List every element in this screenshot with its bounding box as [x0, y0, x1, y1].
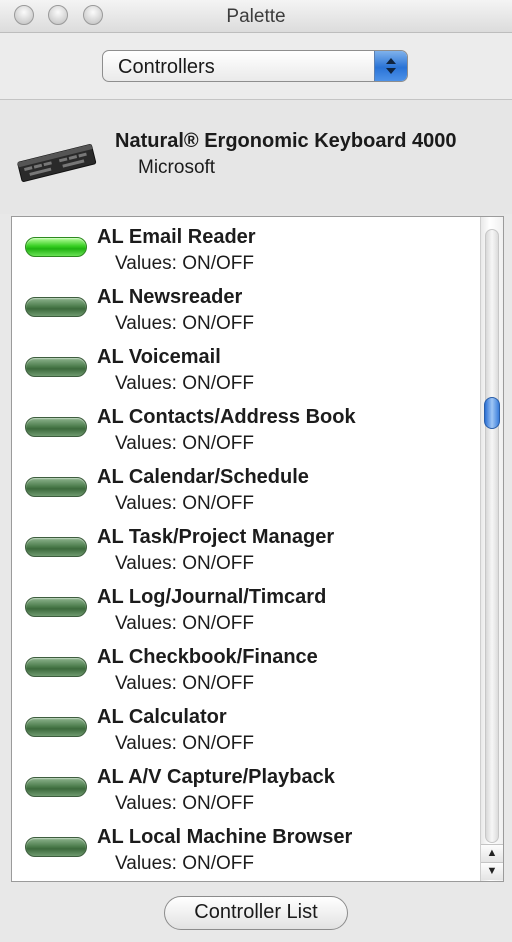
- control-values: Values: ON/OFF: [115, 433, 255, 454]
- control-values: Values: ON/OFF: [115, 673, 255, 694]
- control-name: AL Calculator: [97, 706, 227, 728]
- control-values: Values: ON/OFF: [115, 253, 255, 274]
- control-row[interactable]: AL Email Reader Values: ON/OFF: [12, 217, 480, 277]
- control-row[interactable]: AL Checkbook/Finance Values: ON/OFF: [12, 637, 480, 697]
- device-header: Natural® Ergonomic Keyboard 4000 Microso…: [0, 100, 512, 214]
- control-row[interactable]: AL Log/Journal/Timcard Values: ON/OFF: [12, 577, 480, 637]
- title-bar[interactable]: Palette: [0, 0, 512, 33]
- control-name: AL Checkbook/Finance: [97, 646, 318, 668]
- scroll-thumb[interactable]: [484, 397, 500, 429]
- vertical-scrollbar[interactable]: ▲ ▼: [480, 217, 503, 881]
- scroll-down-arrow-icon[interactable]: ▼: [481, 862, 503, 880]
- led-indicator-icon: [25, 537, 87, 557]
- controls-list[interactable]: AL Email Reader Values: ON/OFF AL Newsre…: [11, 216, 504, 882]
- control-name: AL Voicemail: [97, 346, 221, 368]
- keyboard-icon: [16, 142, 98, 191]
- control-name: AL Local Machine Browser: [97, 826, 353, 848]
- control-name: AL Contacts/Address Book: [97, 406, 356, 428]
- control-row[interactable]: AL Newsreader Values: ON/OFF: [12, 277, 480, 337]
- control-values: Values: ON/OFF: [115, 793, 255, 814]
- control-row[interactable]: AL Calendar/Schedule Values: ON/OFF: [12, 457, 480, 517]
- controller-list-button[interactable]: Controller List: [164, 896, 348, 930]
- led-indicator-icon: [25, 477, 87, 497]
- controls-rows: AL Email Reader Values: ON/OFF AL Newsre…: [12, 217, 480, 877]
- control-name: AL A/V Capture/Playback: [97, 766, 335, 788]
- palette-window: Palette Controllers Natural® Ergonomic K…: [0, 0, 512, 942]
- led-indicator-icon: [25, 717, 87, 737]
- device-name: Natural® Ergonomic Keyboard 4000: [115, 130, 457, 152]
- control-row[interactable]: AL Contacts/Address Book Values: ON/OFF: [12, 397, 480, 457]
- palette-type-popup[interactable]: Controllers: [102, 50, 408, 82]
- control-name: AL Log/Journal/Timcard: [97, 586, 327, 608]
- control-values: Values: ON/OFF: [115, 733, 255, 754]
- control-name: AL Email Reader: [97, 226, 256, 248]
- popup-selected-label: Controllers: [118, 56, 215, 78]
- control-name: AL Calendar/Schedule: [97, 466, 309, 488]
- control-name: AL Newsreader: [97, 286, 243, 308]
- control-values: Values: ON/OFF: [115, 493, 255, 514]
- led-indicator-icon: [25, 237, 87, 257]
- window-title: Palette: [226, 6, 286, 27]
- led-indicator-icon: [25, 597, 87, 617]
- control-values: Values: ON/OFF: [115, 553, 255, 574]
- control-row[interactable]: AL Voicemail Values: ON/OFF: [12, 337, 480, 397]
- scroll-track[interactable]: [485, 229, 499, 843]
- popup-arrows-icon: [374, 51, 407, 81]
- led-indicator-icon: [25, 357, 87, 377]
- control-row[interactable]: AL Local Machine Browser Values: ON/OFF: [12, 817, 480, 877]
- led-indicator-icon: [25, 777, 87, 797]
- led-indicator-icon: [25, 657, 87, 677]
- led-indicator-icon: [25, 837, 87, 857]
- led-indicator-icon: [25, 297, 87, 317]
- scroll-up-arrow-icon[interactable]: ▲: [481, 844, 503, 862]
- device-manufacturer: Microsoft: [138, 157, 216, 178]
- selector-area: Controllers: [0, 33, 512, 100]
- control-row[interactable]: AL A/V Capture/Playback Values: ON/OFF: [12, 757, 480, 817]
- control-row[interactable]: AL Task/Project Manager Values: ON/OFF: [12, 517, 480, 577]
- control-values: Values: ON/OFF: [115, 313, 255, 334]
- control-row[interactable]: AL Calculator Values: ON/OFF: [12, 697, 480, 757]
- control-values: Values: ON/OFF: [115, 613, 255, 634]
- led-indicator-icon: [25, 417, 87, 437]
- control-values: Values: ON/OFF: [115, 853, 255, 874]
- control-name: AL Task/Project Manager: [97, 526, 335, 548]
- control-values: Values: ON/OFF: [115, 373, 255, 394]
